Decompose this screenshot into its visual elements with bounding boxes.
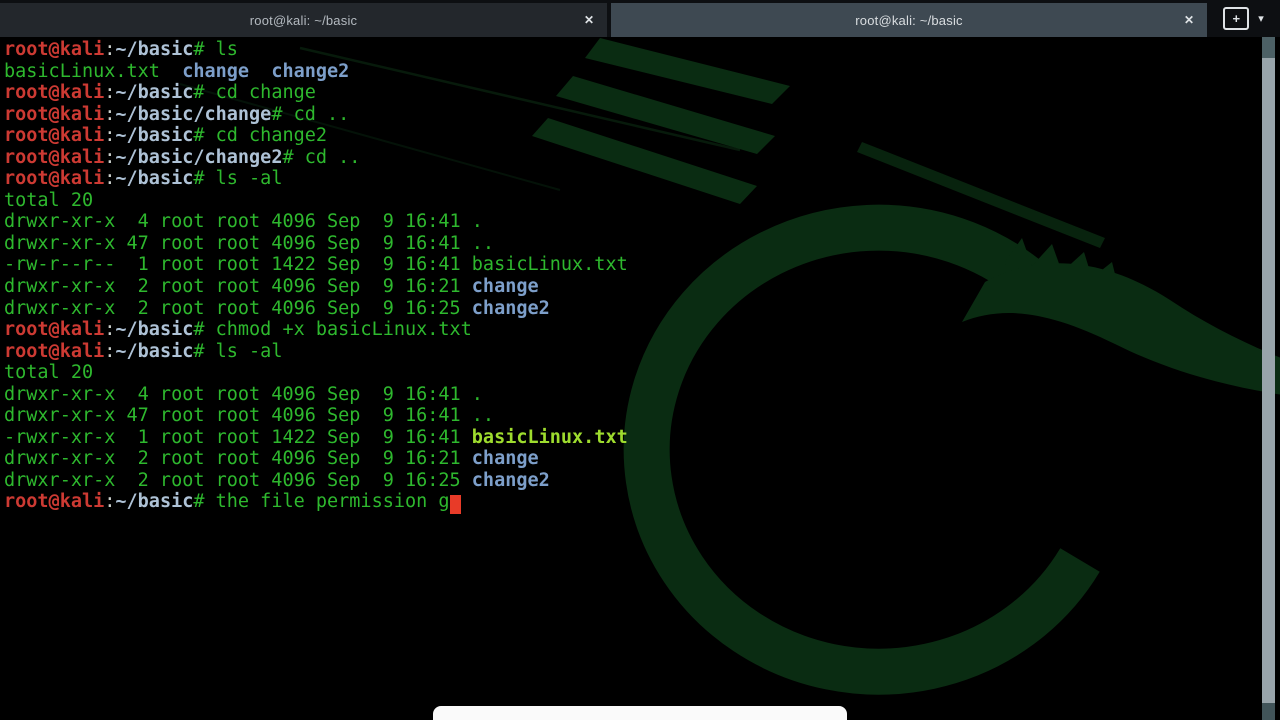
- terminal-line: drwxr-xr-x 4 root root 4096 Sep 9 16:41 …: [4, 383, 483, 405]
- terminal-line: root@kali:~/basic/change# cd ..: [4, 103, 350, 125]
- terminal-line: root@kali:~/basic# ls -al: [4, 340, 283, 362]
- tab-controls: + ▾: [1207, 0, 1280, 37]
- terminal-line: root@kali:~/basic# ls: [4, 39, 238, 60]
- tab-title: root@kali: ~/basic: [249, 12, 358, 28]
- terminal-line: drwxr-xr-x 2 root root 4096 Sep 9 16:21 …: [4, 276, 539, 298]
- terminal-line: root@kali:~/basic/change2# cd ..: [4, 146, 361, 168]
- terminal-line: drwxr-xr-x 4 root root 4096 Sep 9 16:41 …: [4, 211, 483, 233]
- terminal-line: total 20: [4, 189, 94, 211]
- new-tab-icon[interactable]: +: [1223, 7, 1250, 30]
- tab-bar: root@kali: ~/basic ✕ root@kali: ~/basic …: [0, 0, 1280, 37]
- terminal-line: drwxr-xr-x 47 root root 4096 Sep 9 16:41…: [4, 405, 495, 427]
- terminal-line: root@kali:~/basic# cd change2: [4, 125, 328, 147]
- terminal-line: root@kali:~/basic# chmod +x basicLinux.t…: [4, 319, 472, 341]
- terminal-line: total 20: [4, 362, 94, 384]
- tab-title: root@kali: ~/basic: [855, 12, 963, 28]
- terminal-line: basicLinux.txt change change2: [4, 60, 350, 82]
- scrollbar[interactable]: [1262, 37, 1275, 720]
- terminal-line: -rw-r--r-- 1 root root 1422 Sep 9 16:41 …: [4, 254, 628, 276]
- terminal-line: -rwxr-xr-x 1 root root 1422 Sep 9 16:41 …: [4, 426, 628, 448]
- terminal-line: root@kali:~/basic# cd change: [4, 82, 316, 104]
- scrollbar-bottom-stepper[interactable]: [1262, 703, 1275, 720]
- terminal-line: drwxr-xr-x 2 root root 4096 Sep 9 16:25 …: [4, 297, 550, 319]
- tab-terminal-1[interactable]: root@kali: ~/basic ✕: [0, 3, 607, 37]
- screen: root@kali: ~/basic ✕ root@kali: ~/basic …: [0, 0, 1280, 720]
- terminal-line: drwxr-xr-x 47 root root 4096 Sep 9 16:41…: [4, 232, 495, 254]
- tab-terminal-2-active[interactable]: root@kali: ~/basic ✕: [611, 3, 1207, 37]
- terminal-line: drwxr-xr-x 2 root root 4096 Sep 9 16:21 …: [4, 448, 539, 470]
- terminal-line: root@kali:~/basic# ls -al: [4, 168, 283, 190]
- text-cursor: [449, 495, 461, 515]
- close-icon[interactable]: ✕: [584, 13, 594, 27]
- close-icon[interactable]: ✕: [1184, 13, 1194, 27]
- terminal[interactable]: root@kali:~/basic# ls basicLinux.txt chan…: [0, 37, 1280, 720]
- bottom-overlay-bar: [433, 706, 847, 720]
- terminal-line: root@kali:~/basic# the file permission g: [4, 491, 1258, 515]
- scrollbar-top-stepper[interactable]: [1262, 37, 1275, 58]
- plus-glyph: +: [1232, 11, 1241, 26]
- terminal-line: drwxr-xr-x 2 root root 4096 Sep 9 16:25 …: [4, 469, 550, 491]
- terminal-output: root@kali:~/basic# ls basicLinux.txt chan…: [4, 39, 1258, 515]
- tab-list-chevron-down-icon[interactable]: ▾: [1258, 12, 1264, 25]
